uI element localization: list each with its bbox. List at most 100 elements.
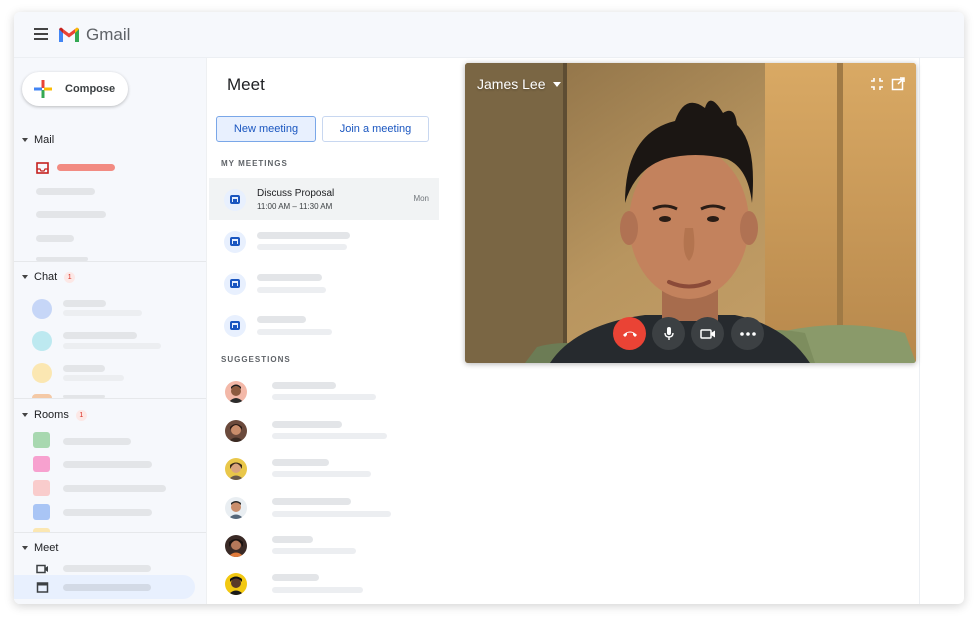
app-title[interactable]: Gmail [86, 25, 130, 45]
end-call-button[interactable] [613, 317, 646, 350]
section-rooms-label: Rooms [34, 409, 69, 421]
section-rooms[interactable]: Rooms 1 [22, 409, 87, 421]
meet-panel: Meet New meeting Join a meeting MY MEETI… [206, 58, 446, 604]
video-call-tile[interactable]: James Lee [465, 63, 916, 363]
suggestion-avatar[interactable] [225, 381, 247, 403]
chat-badge: 1 [64, 271, 76, 283]
chat-item[interactable] [63, 365, 105, 372]
sidebar: Compose Mail Chat 1 Rooms 1 Meet [14, 58, 206, 604]
calendar-icon [224, 231, 246, 253]
suggestion-avatar[interactable] [225, 535, 247, 557]
participant-name-label: James Lee [477, 76, 546, 92]
room-icon[interactable] [33, 480, 50, 496]
meeting-title: Discuss Proposal [257, 188, 335, 199]
meeting-time-placeholder [257, 287, 326, 293]
calendar-icon [36, 582, 49, 593]
suggestion-detail [272, 587, 363, 593]
suggestion-avatar[interactable] [225, 420, 247, 442]
mail-folder-item[interactable] [36, 235, 74, 242]
suggestion-name[interactable] [272, 382, 336, 389]
more-options-icon [739, 331, 756, 336]
meet-new-meeting-item[interactable] [63, 565, 151, 572]
person-photo [228, 501, 244, 519]
section-meet-label: Meet [34, 542, 59, 554]
room-item[interactable] [63, 461, 152, 468]
suggestion-detail [272, 548, 356, 554]
section-chat[interactable]: Chat 1 [22, 271, 76, 283]
meeting-day: Mon [413, 194, 429, 203]
meeting-item[interactable]: Discuss Proposal 11:00 AM – 11:30 AM Mon [209, 178, 439, 220]
room-icon[interactable] [33, 456, 50, 472]
suggestion-name[interactable] [272, 498, 351, 505]
calendar-icon [224, 189, 246, 211]
my-meetings-heading: MY MEETINGS [221, 159, 288, 168]
meet-panel-title: Meet [227, 75, 265, 94]
room-icon[interactable] [33, 504, 50, 520]
camera-icon [699, 328, 715, 339]
chat-avatar[interactable] [32, 331, 52, 351]
chat-item[interactable] [63, 300, 106, 307]
participant-name[interactable]: James Lee [477, 76, 562, 92]
new-meeting-button[interactable]: New meeting [216, 116, 316, 142]
person-photo [228, 539, 244, 557]
collapse-caret-icon [22, 546, 28, 550]
inbox-icon [36, 162, 49, 174]
person-photo [228, 462, 244, 480]
chat-item[interactable] [63, 332, 137, 339]
collapse-caret-icon [22, 413, 28, 417]
suggestion-name[interactable] [272, 421, 342, 428]
meeting-item[interactable] [209, 304, 439, 346]
suggestion-avatar[interactable] [225, 458, 247, 480]
room-item[interactable] [63, 509, 152, 516]
participant-video-feed [465, 63, 916, 363]
rooms-badge: 1 [75, 409, 87, 421]
gmail-window: Gmail Compose Mail Chat 1 Rooms 1 Meet M… [14, 12, 964, 604]
meeting-time-placeholder [257, 329, 332, 335]
top-bar: Gmail [14, 12, 964, 58]
meeting-item[interactable] [209, 262, 439, 304]
suggestion-detail [272, 471, 371, 477]
meeting-time-placeholder [257, 244, 347, 250]
chat-avatar[interactable] [32, 299, 52, 319]
panel-divider [919, 58, 920, 604]
suggestion-avatar[interactable] [225, 573, 247, 595]
end-call-icon [622, 331, 637, 337]
mail-folder-item[interactable] [36, 188, 95, 195]
meeting-item[interactable] [209, 220, 439, 262]
main-menu-icon[interactable] [34, 28, 48, 40]
suggestion-name[interactable] [272, 459, 329, 466]
compose-button[interactable]: Compose [22, 72, 128, 106]
chat-avatar[interactable] [32, 363, 52, 383]
meeting-title-placeholder [257, 232, 350, 239]
room-item[interactable] [63, 485, 166, 492]
meet-my-meetings-item[interactable] [63, 584, 151, 591]
suggestion-avatar[interactable] [225, 497, 247, 519]
section-chat-label: Chat [34, 271, 58, 283]
suggestion-name[interactable] [272, 536, 313, 543]
chat-item-preview [63, 375, 124, 381]
suggestion-detail [272, 511, 391, 517]
popout-icon[interactable] [891, 77, 905, 91]
section-divider [14, 398, 206, 399]
room-item[interactable] [63, 438, 131, 445]
video-camera-icon [36, 564, 48, 574]
compose-plus-icon [34, 80, 52, 98]
meeting-time: 11:00 AM – 11:30 AM [257, 202, 333, 211]
compose-label: Compose [65, 83, 116, 95]
section-mail[interactable]: Mail [22, 134, 54, 146]
more-options-button[interactable] [731, 317, 764, 350]
suggestion-name[interactable] [272, 574, 319, 581]
room-icon[interactable] [33, 432, 50, 448]
mail-folder-item[interactable] [36, 211, 106, 218]
section-meet[interactable]: Meet [22, 542, 58, 554]
calendar-icon [224, 315, 246, 337]
exit-fullscreen-icon[interactable] [870, 77, 884, 91]
meeting-title-placeholder [257, 274, 322, 281]
chat-item-preview [63, 310, 142, 316]
section-divider [14, 532, 206, 533]
camera-button[interactable] [691, 317, 724, 350]
gmail-logo-icon[interactable] [59, 27, 79, 42]
join-meeting-button[interactable]: Join a meeting [322, 116, 429, 142]
microphone-button[interactable] [652, 317, 685, 350]
inbox-item[interactable] [57, 164, 115, 171]
